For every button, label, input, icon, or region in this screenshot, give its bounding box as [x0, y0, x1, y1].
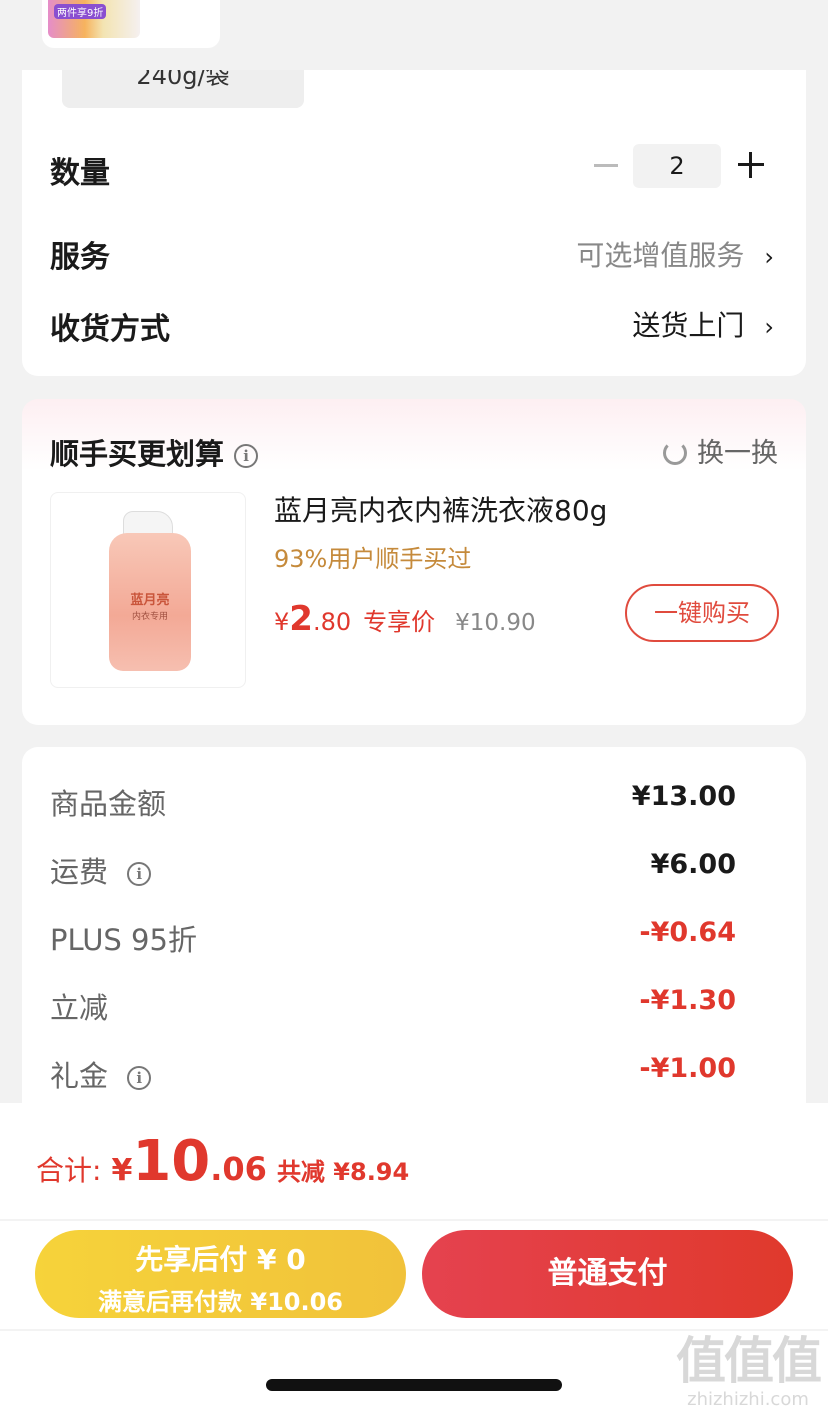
watermark-logo: 值值值 — [676, 1332, 822, 1390]
refresh-label: 换一换 — [697, 438, 778, 469]
fee-row: PLUS 95折 -¥0.64 — [50, 917, 736, 957]
info-icon[interactable]: i — [234, 444, 259, 468]
bottle-desc: 内衣专用 — [131, 612, 168, 622]
watermark: 值值值 zhizhizhi.com — [676, 1321, 822, 1408]
price-dec: .80 — [312, 608, 352, 636]
delivery-value: 送货上门 — [632, 309, 745, 342]
fee-value: ¥6.00 — [650, 849, 736, 880]
fee-row: 礼金 i -¥1.00 — [50, 1053, 736, 1093]
pay-later-line1: 先享后付 ¥ 0 — [135, 1243, 306, 1276]
info-icon[interactable]: i — [127, 1066, 152, 1090]
fee-label: 运费 i — [50, 849, 152, 891]
fee-row: 商品金额 ¥13.00 — [50, 781, 736, 821]
fee-value: -¥1.00 — [639, 1053, 736, 1084]
promo-tag: 两件享9折 — [54, 4, 107, 19]
quantity-minus-button[interactable] — [592, 150, 622, 180]
info-icon[interactable]: i — [127, 862, 152, 886]
addon-title: 顺手买更划算 — [50, 437, 225, 471]
addon-social-proof: 93%用户顺手买过 — [274, 545, 472, 573]
fee-label-text: 运费 — [50, 855, 109, 889]
bottle-brand: 蓝月亮 — [130, 593, 170, 608]
fee-row: 立减 -¥1.30 — [50, 985, 736, 1025]
addon-price: ¥2.80 专享价 ¥10.90 — [274, 599, 536, 639]
product-thumbnail-image: 两件享9折 — [48, 0, 140, 38]
fee-value: -¥1.30 — [639, 985, 736, 1016]
addon-product-image[interactable]: 蓝月亮 内衣专用 — [50, 492, 246, 688]
refresh-button[interactable]: 换一换 — [663, 431, 778, 470]
fee-breakdown-card: 商品金额 ¥13.00 运费 i ¥6.00 PLUS 95折 -¥0.64 立… — [22, 747, 806, 1147]
checkout-bar: 合计: ¥10.06 共减 ¥8.94 先享后付 ¥ 0 满意后再付款 ¥10.06… — [0, 1103, 828, 1408]
spec-label: 240g/袋 — [136, 70, 230, 90]
price-int: 2 — [289, 599, 313, 639]
delivery-label: 收货方式 — [50, 312, 170, 347]
one-click-buy-button[interactable]: 一键购买 — [625, 584, 779, 642]
fee-value: ¥13.00 — [631, 781, 736, 812]
total-symbol: ¥ — [111, 1153, 133, 1188]
order-total: 合计: ¥10.06 共减 ¥8.94 — [36, 1129, 409, 1194]
fee-label: PLUS 95折 — [50, 923, 197, 957]
service-selector[interactable]: 可选增值服务 › — [576, 234, 774, 274]
addon-title-row: 顺手买更划算 i — [50, 431, 259, 473]
pay-later-button[interactable]: 先享后付 ¥ 0 满意后再付款 ¥10.06 — [35, 1230, 406, 1318]
normal-pay-button[interactable]: 普通支付 — [422, 1230, 793, 1318]
quantity-label: 数量 — [50, 156, 110, 191]
chevron-right-icon: › — [764, 313, 774, 341]
original-price: ¥10.90 — [455, 610, 536, 636]
price-tag: 专享价 — [363, 608, 436, 636]
bottle-body: 蓝月亮 内衣专用 — [109, 533, 191, 671]
fee-label-text: 礼金 — [50, 1059, 109, 1093]
total-int: 10 — [132, 1129, 211, 1194]
refresh-icon — [663, 440, 687, 465]
quantity-plus-button[interactable] — [738, 152, 764, 178]
fee-label: 礼金 i — [50, 1053, 152, 1095]
watermark-domain: zhizhizhi.com — [687, 1389, 809, 1408]
chevron-right-icon: › — [764, 243, 774, 271]
service-label: 服务 — [50, 240, 110, 275]
order-options-card: 240g/袋 数量 2 服务 可选增值服务 › 收货方式 送货上门 › — [22, 70, 806, 376]
total-savings: 共减 ¥8.94 — [276, 1158, 410, 1186]
addon-product-name[interactable]: 蓝月亮内衣内裤洗衣液80g — [274, 489, 607, 529]
addon-recommend-card: 顺手买更划算 i 换一换 蓝月亮 内衣专用 蓝月亮内衣内裤洗衣液80g 93%用… — [22, 399, 806, 725]
quantity-input[interactable]: 2 — [633, 144, 721, 188]
pay-later-line2: 满意后再付款 ¥10.06 — [98, 1288, 343, 1316]
fee-label: 商品金额 — [50, 787, 167, 821]
spec-chip[interactable]: 240g/袋 — [62, 70, 304, 108]
fee-label: 立减 — [50, 991, 109, 1025]
product-thumbnail-card[interactable]: 两件享9折 — [42, 0, 220, 48]
total-label: 合计: — [36, 1154, 102, 1187]
home-indicator[interactable] — [266, 1379, 562, 1391]
service-value: 可选增值服务 — [576, 239, 745, 272]
fee-value: -¥0.64 — [639, 917, 736, 948]
fee-row: 运费 i ¥6.00 — [50, 849, 736, 889]
delivery-selector[interactable]: 送货上门 › — [632, 304, 774, 344]
price-symbol: ¥ — [274, 608, 290, 636]
divider — [0, 1219, 828, 1221]
total-dec: .06 — [210, 1150, 267, 1188]
